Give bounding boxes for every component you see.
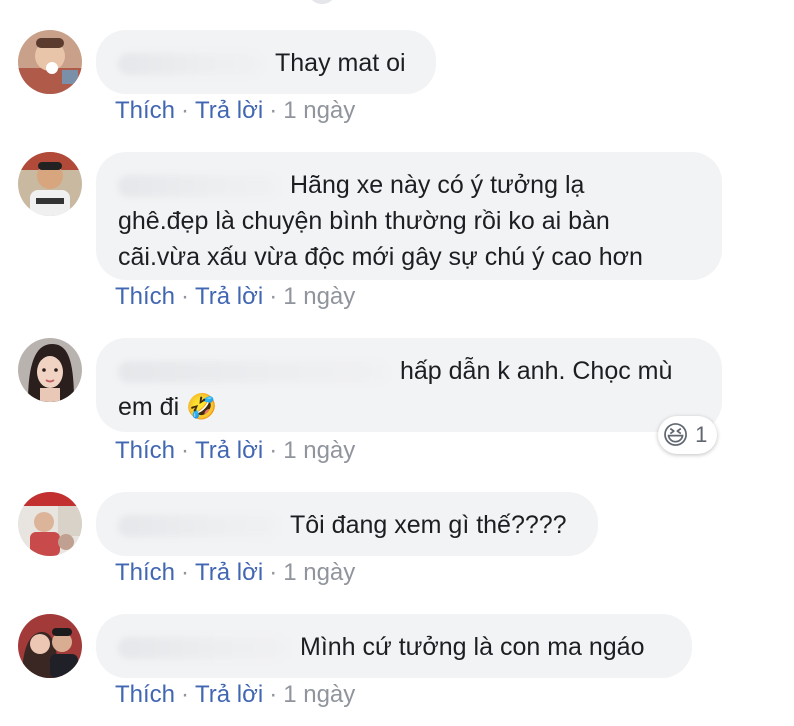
avatar[interactable] — [18, 614, 82, 678]
like-link[interactable]: Thích — [115, 97, 175, 124]
like-link[interactable]: Thích — [115, 681, 175, 708]
laugh-reaction-icon: 😆 — [662, 420, 690, 450]
timestamp[interactable]: 1 ngày — [283, 681, 355, 708]
author-name-redacted[interactable] — [118, 53, 263, 76]
comment-actions: Thích · Trả lời · 1 ngày — [115, 558, 355, 588]
separator: · — [181, 437, 190, 464]
comment-text-line: Hãng xe này có ý tưởng lạ — [290, 171, 585, 199]
previous-reaction-fragment — [310, 0, 334, 4]
comment-text: Tôi đang xem gì thế???? — [290, 511, 567, 539]
comment-text: Thay mat oi — [275, 49, 406, 77]
like-link[interactable]: Thích — [115, 559, 175, 586]
reply-link[interactable]: Trả lời — [195, 681, 263, 708]
reply-link[interactable]: Trả lời — [195, 283, 263, 310]
comment-actions: Thích · Trả lời · 1 ngày — [115, 96, 355, 126]
separator: · — [181, 97, 190, 124]
rofl-emoji-icon: 🤣 — [186, 393, 218, 421]
comment-bubble: Hãng xe này có ý tưởng lạ ghê.đẹp là chu… — [96, 152, 722, 280]
avatar-photo — [18, 492, 82, 556]
comment-actions: Thích · Trả lời · 1 ngày — [115, 680, 355, 710]
timestamp[interactable]: 1 ngày — [283, 97, 355, 124]
timestamp[interactable]: 1 ngày — [283, 283, 355, 310]
avatar[interactable] — [18, 30, 82, 94]
avatar-photo — [18, 30, 82, 94]
avatar[interactable] — [18, 152, 82, 216]
comment-bubble: Mình cứ tưởng là con ma ngáo — [96, 614, 692, 678]
separator: · — [181, 681, 190, 708]
separator: · — [269, 681, 278, 708]
separator: · — [181, 559, 190, 586]
comment-text-line: em đi — [118, 393, 180, 421]
comment-text: Hãng xe này có ý tưởng lạ ghê.đẹp là chu… — [118, 167, 700, 275]
timestamp[interactable]: 1 ngày — [283, 559, 355, 586]
reaction-count[interactable]: 😆 1 — [658, 416, 718, 454]
avatar[interactable] — [18, 338, 82, 402]
comment-text-line: cãi.vừa xấu vừa độc mới gây sự chú ý cao… — [118, 243, 643, 271]
separator: · — [269, 437, 278, 464]
separator: · — [181, 283, 190, 310]
separator: · — [269, 283, 278, 310]
comment-text-line: ghê.đẹp là chuyện bình thường rồi ko ai … — [118, 207, 610, 235]
avatar-photo — [18, 338, 82, 402]
author-name-redacted[interactable] — [118, 637, 288, 660]
separator: · — [269, 559, 278, 586]
comment-text: Mình cứ tưởng là con ma ngáo — [300, 633, 645, 661]
avatar-photo — [18, 614, 82, 678]
separator: · — [269, 97, 278, 124]
author-name-redacted[interactable] — [118, 361, 388, 384]
reply-link[interactable]: Trả lời — [195, 97, 263, 124]
comment-bubble: Thay mat oi — [96, 30, 436, 94]
comment-actions: Thích · Trả lời · 1 ngày — [115, 436, 355, 466]
avatar[interactable] — [18, 492, 82, 556]
avatar-photo — [18, 152, 82, 216]
timestamp[interactable]: 1 ngày — [283, 437, 355, 464]
author-name-redacted[interactable] — [118, 175, 278, 198]
reply-link[interactable]: Trả lời — [195, 559, 263, 586]
like-link[interactable]: Thích — [115, 437, 175, 464]
reply-link[interactable]: Trả lời — [195, 437, 263, 464]
author-name-redacted[interactable] — [118, 515, 278, 538]
like-link[interactable]: Thích — [115, 283, 175, 310]
comment-actions: Thích · Trả lời · 1 ngày — [115, 282, 355, 312]
comment-bubble: hấp dẫn k anh. Chọc mù em đi 🤣 — [96, 338, 722, 432]
comment-bubble: Tôi đang xem gì thế???? — [96, 492, 598, 556]
reaction-count-value: 1 — [695, 422, 708, 447]
comment-text: hấp dẫn k anh. Chọc mù — [400, 357, 673, 385]
